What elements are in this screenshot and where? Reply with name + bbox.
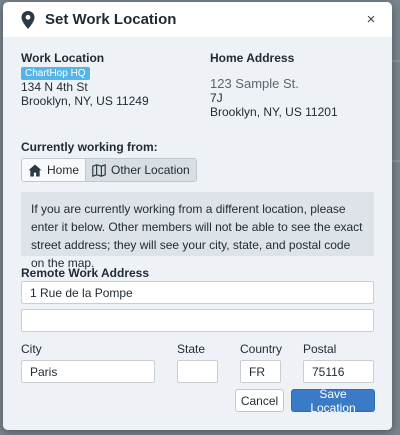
map-pin-icon	[21, 10, 35, 29]
home-option-button[interactable]: Home	[22, 159, 86, 181]
postal-label: Postal	[303, 342, 337, 356]
home-address-line3: Brooklyn, NY, US 11201	[210, 105, 338, 119]
remote-address-line2-input[interactable]	[21, 309, 374, 332]
close-icon[interactable]: ×	[362, 11, 380, 29]
state-label: State	[177, 342, 206, 356]
city-label: City	[21, 342, 42, 356]
country-field: Country	[240, 342, 283, 383]
postal-field: Postal	[303, 342, 374, 383]
other-location-option-label: Other Location	[111, 163, 190, 177]
city-field: City	[21, 342, 155, 383]
work-address-line1: 134 N 4th St	[21, 80, 88, 94]
country-input[interactable]	[240, 360, 281, 383]
office-badge: ChartHop HQ	[21, 67, 90, 80]
modal-footer: Cancel Save Location	[235, 387, 375, 415]
map-road	[392, 160, 400, 162]
set-work-location-modal: Set Work Location × Work Location ChartH…	[3, 2, 392, 430]
work-location-heading: Work Location	[21, 51, 105, 65]
home-address-heading: Home Address	[210, 51, 295, 65]
home-address-line1: 123 Sample St.	[210, 76, 299, 91]
map-icon	[92, 163, 106, 177]
work-address-line2: Brooklyn, NY, US 11249	[21, 94, 149, 108]
location-fields: City State Country Postal	[21, 342, 374, 383]
home-address-line2: 7J	[210, 91, 223, 105]
remote-address-line1-input[interactable]	[21, 281, 374, 304]
home-address-block: Home Address 123 Sample St. 7J Brooklyn,…	[210, 51, 374, 123]
other-location-option-button[interactable]: Other Location	[85, 159, 196, 181]
working-from-label: Currently working from:	[21, 140, 158, 154]
state-input[interactable]	[177, 360, 218, 383]
home-icon	[28, 164, 42, 177]
remote-address-label: Remote Work Address	[21, 266, 150, 280]
save-location-button[interactable]: Save Location	[291, 387, 375, 415]
modal-body: Work Location ChartHop HQ 134 N 4th St B…	[3, 37, 392, 430]
info-message: If you are currently working from a diff…	[21, 192, 374, 270]
modal-title: Set Work Location	[45, 11, 177, 28]
map-road	[392, 60, 400, 62]
city-input[interactable]	[21, 360, 155, 383]
cancel-button[interactable]: Cancel	[235, 389, 284, 412]
modal-header: Set Work Location ×	[3, 2, 392, 37]
postal-input[interactable]	[303, 360, 374, 383]
home-option-label: Home	[47, 163, 80, 177]
address-summary: Work Location ChartHop HQ 134 N 4th St B…	[21, 51, 374, 123]
working-from-toggle: Home Other Location	[21, 158, 197, 182]
state-field: State	[177, 342, 218, 383]
country-label: Country	[240, 342, 283, 356]
work-location-block: Work Location ChartHop HQ 134 N 4th St B…	[21, 51, 210, 123]
